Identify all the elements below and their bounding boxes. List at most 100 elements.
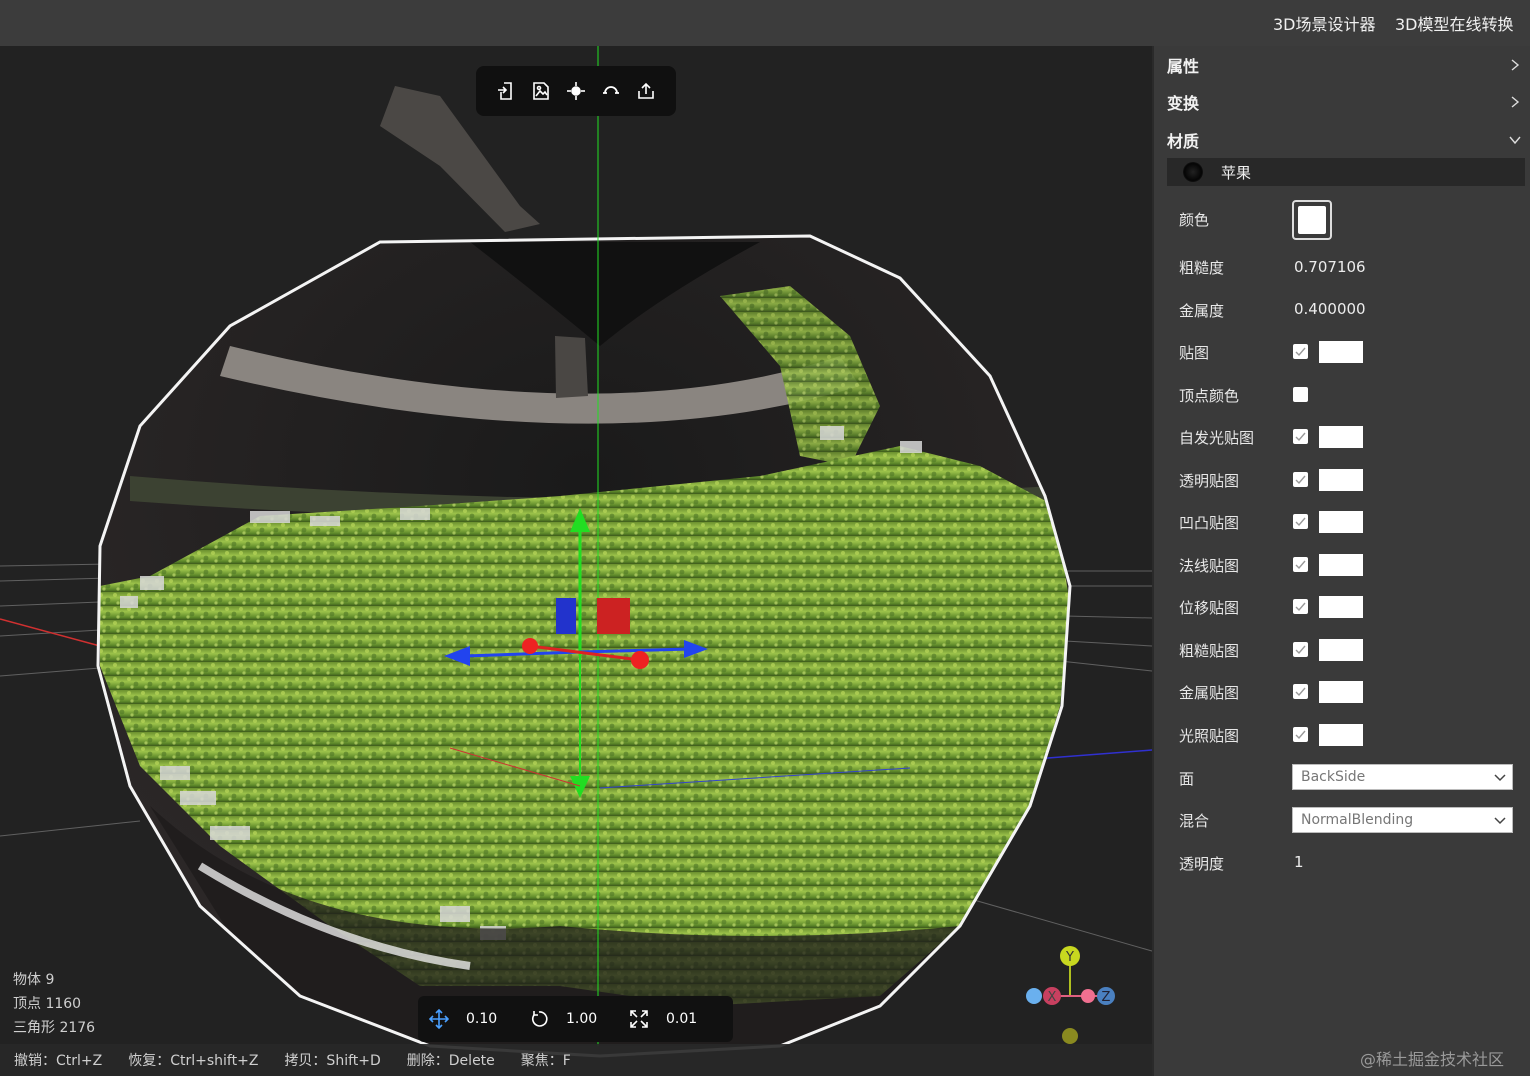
- focus-shortcut: 聚焦：F: [520, 1053, 571, 1069]
- object-count: 物体 9: [13, 972, 55, 988]
- blending-select[interactable]: NormalBlending: [1292, 807, 1513, 833]
- opacity-input[interactable]: 1: [1294, 853, 1304, 871]
- view-axis-gizmo[interactable]: Y X Z: [1022, 944, 1122, 1044]
- blending-select-value: NormalBlending: [1301, 812, 1414, 828]
- bump-map-label: 凹凸贴图: [1179, 514, 1240, 532]
- gizmo-y-label: Y: [1065, 950, 1074, 965]
- check-icon: [1295, 730, 1306, 740]
- scene-designer-link[interactable]: 3D场景设计器: [1273, 11, 1376, 35]
- normal-map-label: 法线贴图: [1179, 557, 1240, 575]
- light-map-checkbox[interactable]: [1293, 727, 1308, 742]
- check-icon: [1295, 602, 1306, 612]
- map-label: 贴图: [1179, 344, 1210, 362]
- chevron-right-icon: [1511, 59, 1520, 71]
- scene-stats: 物体 9 顶点 1160 三角形 2176: [13, 968, 95, 1040]
- material-name: 苹果: [1221, 163, 1252, 182]
- chevron-down-icon: [1494, 817, 1506, 825]
- check-icon: [1295, 517, 1306, 527]
- model-converter-link[interactable]: 3D模型在线转换: [1395, 11, 1514, 35]
- color-swatch: [1298, 206, 1326, 234]
- undo-shortcut: 撤销：Ctrl+Z: [14, 1053, 103, 1069]
- scene-canvas[interactable]: [0, 46, 1152, 1076]
- shortcut-bar: 撤销：Ctrl+Z 恢复：Ctrl+shift+Z 拷贝：Shift+D 删除：…: [0, 1044, 1152, 1076]
- normal-map-swatch[interactable]: [1319, 554, 1363, 576]
- roughness-input[interactable]: 0.707106: [1294, 258, 1366, 276]
- snap-bar: 0.10 1.00 0.01: [418, 996, 733, 1042]
- z-axis-line-right: [1034, 749, 1152, 760]
- displacement-map-checkbox[interactable]: [1293, 599, 1308, 614]
- export-image-icon[interactable]: [528, 78, 554, 104]
- gizmo-z-label: Z: [1102, 990, 1111, 1005]
- roughness-map-swatch[interactable]: [1319, 639, 1363, 661]
- focus-icon[interactable]: [563, 78, 589, 104]
- check-icon: [1295, 645, 1306, 655]
- map-checkbox[interactable]: [1293, 344, 1308, 359]
- light-map-label: 光照贴图: [1179, 727, 1240, 745]
- section-material[interactable]: 材质: [1167, 125, 1522, 155]
- vertex-count: 顶点 1160: [13, 996, 82, 1012]
- top-bar: 3D场景设计器 3D模型在线转换: [0, 0, 1530, 46]
- side-select[interactable]: BackSide: [1292, 764, 1513, 790]
- check-icon: [1295, 560, 1306, 570]
- share-icon[interactable]: [633, 78, 659, 104]
- alpha-map-swatch[interactable]: [1319, 469, 1363, 491]
- copy-shortcut: 拷贝：Shift+D: [284, 1053, 381, 1069]
- side-select-value: BackSide: [1301, 769, 1366, 785]
- chevron-down-icon: [1509, 136, 1521, 145]
- viewport-toolbar: [476, 66, 676, 116]
- check-icon: [1295, 475, 1306, 485]
- emissive-map-checkbox[interactable]: [1293, 429, 1308, 444]
- chevron-right-icon: [1511, 96, 1520, 108]
- material-item[interactable]: 苹果: [1167, 158, 1525, 186]
- import-icon[interactable]: [493, 78, 519, 104]
- scale-icon[interactable]: [628, 1008, 650, 1030]
- section-properties[interactable]: 属性: [1167, 50, 1522, 80]
- chevron-down-icon: [1494, 774, 1506, 782]
- opacity-label: 透明度: [1179, 855, 1225, 873]
- side-label: 面: [1179, 770, 1195, 788]
- alpha-map-checkbox[interactable]: [1293, 472, 1308, 487]
- displacement-map-label: 位移贴图: [1179, 599, 1240, 617]
- bump-map-swatch[interactable]: [1319, 511, 1363, 533]
- section-transform[interactable]: 变换: [1167, 87, 1522, 117]
- light-map-swatch[interactable]: [1319, 724, 1363, 746]
- material-preview-icon: [1183, 162, 1203, 182]
- vertex-colors-label: 顶点颜色: [1179, 387, 1240, 405]
- roughness-map-checkbox[interactable]: [1293, 642, 1308, 657]
- properties-panel: 属性 变换 材质 苹果 颜色 粗糙度 0.707106 金属度 0.400000…: [1152, 46, 1530, 1076]
- redo-shortcut: 恢复：Ctrl+shift+Z: [128, 1053, 259, 1069]
- bump-map-checkbox[interactable]: [1293, 514, 1308, 529]
- blending-label: 混合: [1179, 812, 1210, 830]
- metalness-label: 金属度: [1179, 302, 1225, 320]
- roughness-label: 粗糙度: [1179, 259, 1225, 277]
- section-transform-label: 变换: [1167, 94, 1200, 113]
- translate-snap-value[interactable]: 0.10: [466, 1011, 522, 1027]
- triangle-count: 三角形 2176: [13, 1020, 96, 1036]
- alpha-map-label: 透明贴图: [1179, 472, 1240, 490]
- metalness-map-checkbox[interactable]: [1293, 684, 1308, 699]
- displacement-map-swatch[interactable]: [1319, 596, 1363, 618]
- gizmo-x-label: X: [1048, 990, 1057, 1005]
- rotate-snap-value[interactable]: 1.00: [566, 1011, 622, 1027]
- move-icon[interactable]: [428, 1008, 450, 1030]
- reset-view-icon[interactable]: [598, 78, 624, 104]
- normal-map-checkbox[interactable]: [1293, 557, 1308, 572]
- scale-snap-value[interactable]: 0.01: [666, 1011, 722, 1027]
- vertex-colors-checkbox[interactable]: [1293, 387, 1308, 402]
- map-swatch[interactable]: [1319, 341, 1363, 363]
- section-material-label: 材质: [1167, 132, 1200, 151]
- check-icon: [1295, 432, 1306, 442]
- check-icon: [1295, 347, 1306, 357]
- rotate-icon[interactable]: [528, 1008, 550, 1030]
- x-axis-line-left: [0, 618, 101, 647]
- 3d-viewport[interactable]: 物体 9 顶点 1160 三角形 2176 0.10 1.00 0.01 Y X…: [0, 46, 1152, 1076]
- metalness-input[interactable]: 0.400000: [1294, 300, 1366, 318]
- metalness-map-swatch[interactable]: [1319, 681, 1363, 703]
- check-icon: [1295, 687, 1306, 697]
- section-properties-label: 属性: [1167, 57, 1200, 76]
- watermark: @稀土掘金技术社区: [1360, 1050, 1505, 1069]
- delete-shortcut: 删除：Delete: [406, 1053, 495, 1069]
- metalness-map-label: 金属贴图: [1179, 684, 1240, 702]
- color-picker[interactable]: [1292, 200, 1332, 240]
- emissive-map-swatch[interactable]: [1319, 426, 1363, 448]
